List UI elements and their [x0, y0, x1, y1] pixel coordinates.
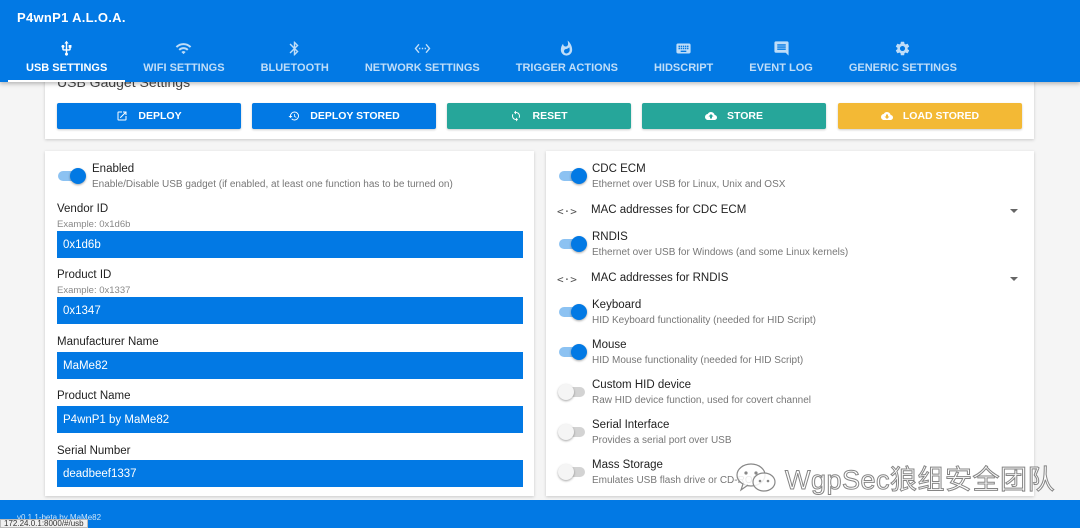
chevron-down-icon: [1010, 277, 1018, 281]
gear-icon: [894, 38, 911, 58]
vendor-id-hint: Example: 0x1d6b: [57, 219, 131, 230]
keyboard-icon: [675, 38, 692, 58]
code-arrows-icon: [414, 38, 431, 58]
serial-interface-subtitle: Provides a serial port over USB: [592, 435, 732, 446]
tab-hidscript[interactable]: HIDSCRIPT: [636, 38, 731, 82]
wifi-icon: [175, 38, 192, 58]
cloud-download-icon: [880, 112, 893, 120]
expander-label: MAC addresses for RNDIS: [591, 272, 729, 284]
rndis-title: RNDIS: [592, 231, 628, 243]
code-arrows-icon: <·>: [557, 205, 577, 218]
manufacturer-name-label: Manufacturer Name: [57, 336, 159, 348]
chevron-down-icon: [1010, 209, 1018, 213]
deploy-button[interactable]: DEPLOY: [57, 103, 241, 129]
tab-network-settings[interactable]: NETWORK SETTINGS: [347, 38, 498, 82]
tab-label: TRIGGER ACTIONS: [515, 62, 618, 74]
button-label: STORE: [727, 110, 763, 122]
tab-label: EVENT LOG: [749, 62, 813, 74]
manufacturer-name-input[interactable]: [57, 352, 523, 379]
watermark-text: WgpSec狼组安全团队: [784, 465, 1056, 496]
vendor-id-input[interactable]: [57, 231, 523, 258]
app-header: P4wnP1 A.L.O.A. USB SETTINGS WIFI SETTIN…: [0, 0, 1080, 82]
usb-icon: [58, 38, 75, 58]
product-id-label: Product ID: [57, 269, 112, 281]
tab-usb-settings[interactable]: USB SETTINGS: [8, 38, 126, 82]
tab-label: USB SETTINGS: [26, 62, 108, 74]
rndis-subtitle: Ethernet over USB for Windows (and some …: [592, 247, 849, 258]
product-id-input[interactable]: [57, 297, 523, 324]
deploy-stored-button[interactable]: DEPLOY STORED: [252, 103, 436, 129]
mass-storage-toggle[interactable]: [558, 464, 586, 480]
open-in-new-icon: [117, 111, 127, 121]
enabled-toggle[interactable]: [57, 168, 86, 184]
store-button[interactable]: STORE: [642, 103, 826, 129]
tab-label: GENERIC SETTINGS: [848, 62, 958, 74]
flame-icon: [558, 38, 575, 58]
code-arrows-icon: <·>: [557, 273, 577, 286]
main-tabs: USB SETTINGS WIFI SETTINGS BLUETOOTH NET…: [8, 38, 975, 82]
gadget-identity-card: Enabled Enable/Disable USB gadget (if en…: [45, 151, 534, 496]
button-label: DEPLOY STORED: [310, 110, 400, 122]
tab-event-log[interactable]: EVENT LOG: [731, 38, 831, 82]
custom-hid-title: Custom HID device: [592, 379, 692, 391]
load-stored-button[interactable]: LOAD STORED: [838, 103, 1022, 129]
button-label: RESET: [532, 110, 568, 122]
enabled-title: Enabled: [92, 163, 135, 175]
enabled-subtitle: Enable/Disable USB gadget (if enabled, a…: [92, 179, 453, 190]
comment-icon: [773, 38, 790, 58]
mouse-title: Mouse: [592, 339, 627, 351]
gadget-functions-card: CDC ECM Ethernet over USB for Linux, Uni…: [546, 151, 1034, 496]
tab-label: WIFI SETTINGS: [143, 62, 225, 74]
watermark: WgpSec狼组安全团队: [735, 458, 1055, 497]
history-icon: [288, 111, 300, 121]
product-id-hint: Example: 0x1337: [57, 285, 131, 296]
serial-number-input[interactable]: [57, 460, 523, 487]
cloud-upload-icon: [705, 112, 717, 120]
bluetooth-icon: [286, 38, 303, 58]
product-name-label: Product Name: [57, 390, 131, 402]
cdc-ecm-title: CDC ECM: [592, 163, 646, 175]
tab-label: HIDSCRIPT: [653, 62, 714, 74]
tab-label: BLUETOOTH: [260, 62, 329, 74]
cdc-ecm-subtitle: Ethernet over USB for Linux, Unix and OS…: [592, 179, 786, 190]
footer: v0.1.1-beta by MaMe82: [0, 500, 1080, 528]
serial-interface-title: Serial Interface: [592, 419, 670, 431]
keyboard-subtitle: HID Keyboard functionality (needed for H…: [592, 315, 816, 326]
mass-storage-title: Mass Storage: [592, 459, 663, 471]
keyboard-toggle[interactable]: [558, 304, 587, 320]
expander-label: MAC addresses for CDC ECM: [591, 204, 747, 216]
mouse-subtitle: HID Mouse functionality (needed for HID …: [592, 355, 804, 366]
serial-interface-toggle[interactable]: [558, 424, 586, 440]
button-label: LOAD STORED: [902, 110, 980, 122]
custom-hid-toggle[interactable]: [558, 384, 586, 400]
tab-bluetooth[interactable]: BLUETOOTH: [243, 38, 347, 82]
mouse-toggle[interactable]: [558, 344, 587, 360]
tab-generic-settings[interactable]: GENERIC SETTINGS: [831, 38, 975, 82]
tab-wifi-settings[interactable]: WIFI SETTINGS: [125, 38, 242, 82]
serial-number-label: Serial Number: [57, 445, 131, 457]
browser-status-url: 172.24.0.1:8000/#/usb: [0, 519, 88, 528]
app-title: P4wnP1 A.L.O.A.: [17, 10, 126, 25]
rndis-toggle[interactable]: [558, 236, 587, 252]
tab-trigger-actions[interactable]: TRIGGER ACTIONS: [498, 38, 636, 82]
vendor-id-label: Vendor ID: [57, 203, 109, 215]
refresh-icon: [512, 110, 521, 122]
custom-hid-subtitle: Raw HID device function, used for covert…: [592, 395, 811, 406]
tab-label: NETWORK SETTINGS: [364, 62, 480, 74]
cdc-ecm-toggle[interactable]: [558, 168, 587, 184]
button-label: DEPLOY: [138, 110, 182, 122]
product-name-input[interactable]: [57, 406, 523, 433]
keyboard-title: Keyboard: [592, 299, 642, 311]
reset-button[interactable]: RESET: [447, 103, 631, 129]
wechat-logo-icon: [736, 462, 776, 492]
